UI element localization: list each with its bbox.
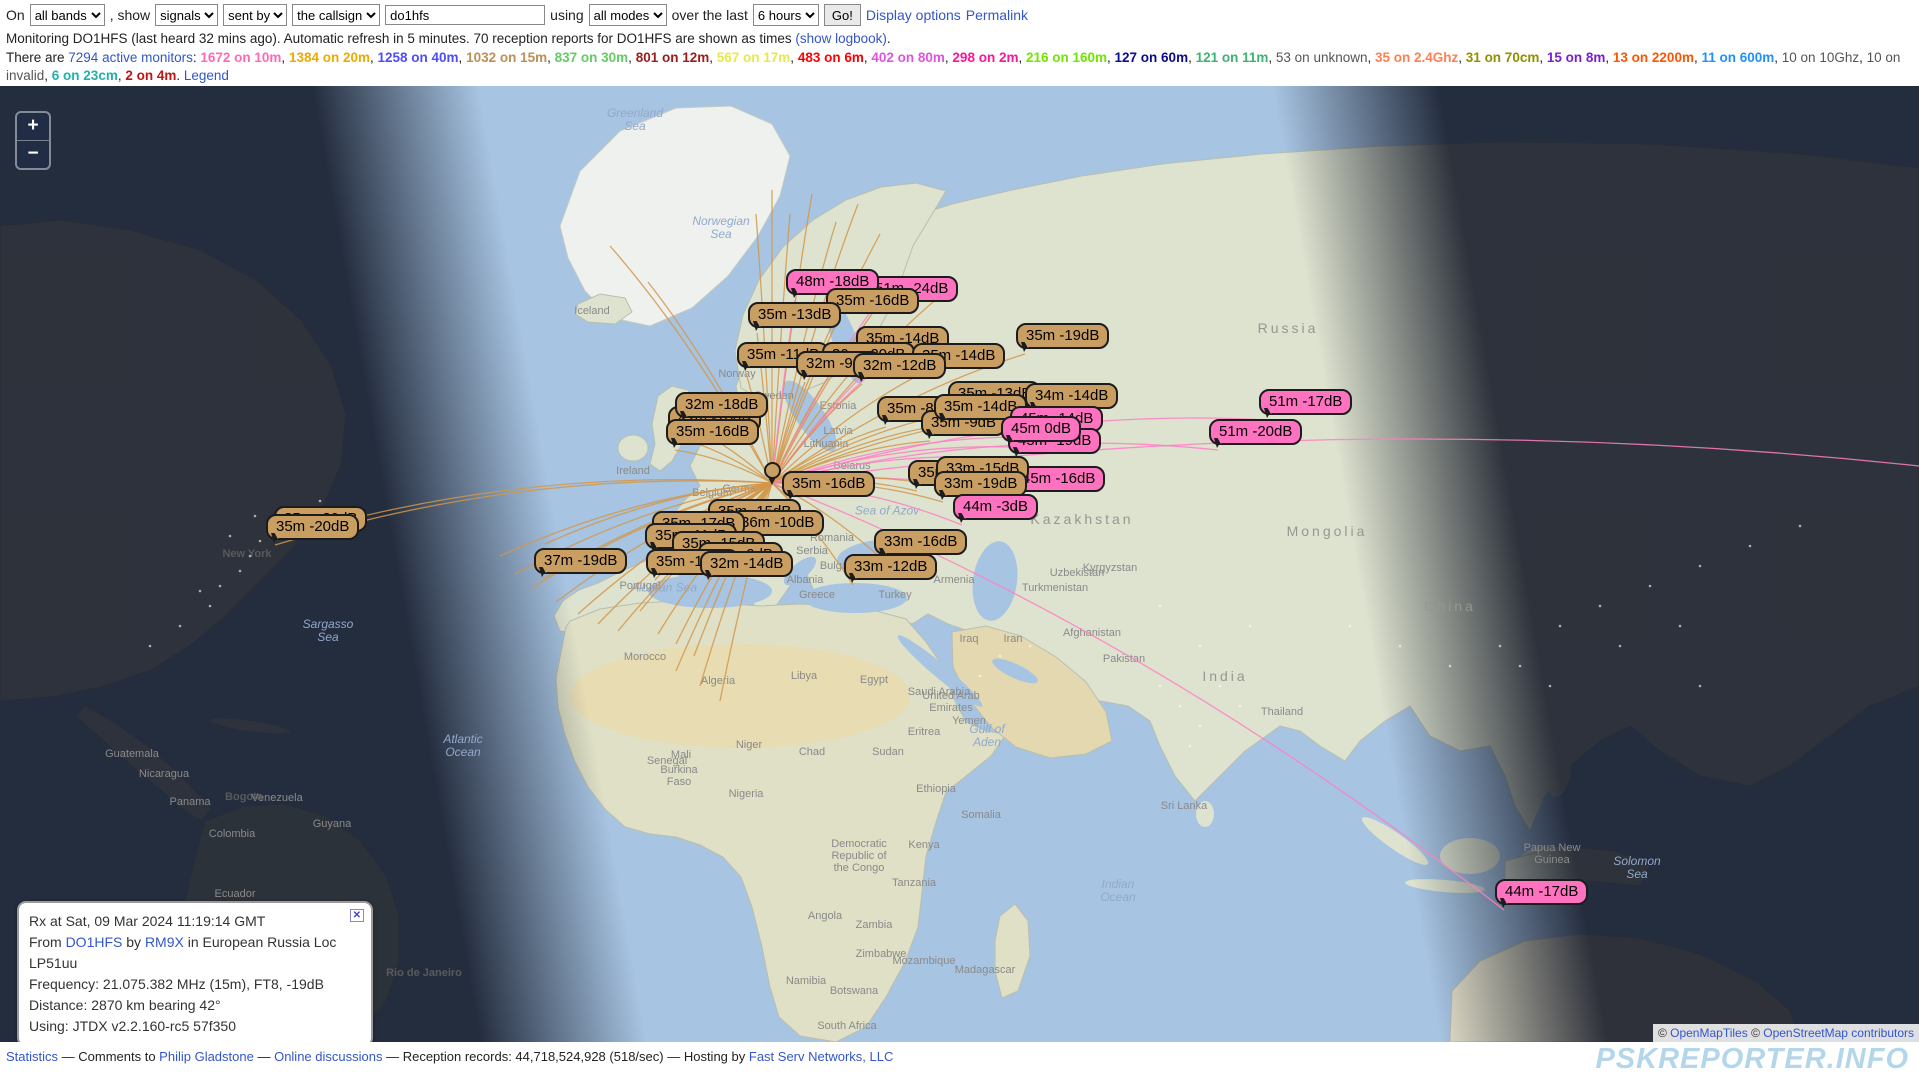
fastserv-link[interactable]: Fast Serv Networks, LLC: [749, 1049, 894, 1064]
map-canvas[interactable]: Greenland SeaNorwegian SeaIcelandNorwayS…: [0, 86, 1919, 1042]
band-stat: 13 on 2200m: [1613, 50, 1694, 65]
band-stat: 10 on 10Ghz: [1782, 50, 1859, 65]
modes-select[interactable]: all modes: [589, 4, 667, 26]
band-stat: 567 on 17m: [717, 50, 791, 65]
band-stat: 121 on 11m: [1196, 50, 1269, 65]
statistics-link[interactable]: Statistics: [6, 1049, 58, 1064]
reception-records-text: Reception records: 44,718,524,928 (518/s…: [403, 1049, 664, 1064]
band-stat: 1672 on 10m: [200, 50, 281, 65]
rx-callsign-link[interactable]: RM9X: [145, 934, 184, 950]
band-stat: 1384 on 20m: [289, 50, 370, 65]
reception-report-balloon[interactable]: 35m -16dB: [782, 471, 875, 497]
query-toolbar: On all bands , show signals sent by the …: [6, 4, 1919, 26]
monitors-prefix: There are: [6, 50, 68, 65]
popup-rx-time: Rx at Sat, 09 Mar 2024 11:19:14 GMT: [29, 911, 361, 932]
show-select[interactable]: signals: [155, 4, 218, 26]
reception-report-balloon[interactable]: 32m -14dB: [700, 551, 793, 577]
band-stat: 11 on 600m: [1701, 50, 1774, 65]
reception-report-balloon[interactable]: 32m -12dB: [853, 353, 946, 379]
band-stat: 402 on 80m: [871, 50, 945, 65]
reception-report-balloon[interactable]: 45m 0dB: [1001, 416, 1081, 442]
band-stat: 483 on 6m: [798, 50, 864, 65]
show-logbook-link[interactable]: (show logbook): [795, 31, 887, 46]
band-stat: 6 on 23cm: [52, 68, 118, 83]
permalink-link[interactable]: Permalink: [966, 7, 1028, 23]
tx-callsign-link[interactable]: DO1HFS: [66, 934, 123, 950]
band-stat: 31 on 70cm: [1466, 50, 1540, 65]
band-stat: 1258 on 40m: [378, 50, 459, 65]
using-label: using: [550, 7, 583, 23]
reception-report-balloon[interactable]: 37m -19dB: [534, 548, 627, 574]
overlast-label: over the last: [672, 7, 748, 23]
period-select[interactable]: 6 hours: [753, 4, 819, 26]
band-stat: 127 on 60m: [1115, 50, 1189, 65]
callsign-input[interactable]: [385, 5, 545, 25]
status-line: Monitoring DO1HFS (last heard 32 mins ag…: [6, 30, 1919, 48]
popup-frequency: Frequency: 21.075.382 MHz (15m), FT8, -1…: [29, 974, 361, 995]
reception-report-balloon[interactable]: 35m -13dB: [748, 302, 841, 328]
reception-report-balloon[interactable]: 35m -20dB: [266, 514, 359, 540]
reception-detail-popup: ✕ Rx at Sat, 09 Mar 2024 11:19:14 GMT Fr…: [17, 901, 373, 1042]
show-label: , show: [110, 7, 150, 23]
band-stat: 2 on 4m: [125, 68, 176, 83]
pskreporter-watermark: PSKREPORTER.INFO: [1595, 1043, 1909, 1076]
footer: Statistics — Comments to Philip Gladston…: [0, 1042, 1919, 1075]
popup-from-line: From DO1HFS by RM9X in European Russia L…: [29, 932, 361, 974]
footer-links: Statistics — Comments to Philip Gladston…: [6, 1049, 893, 1064]
reception-report-balloon[interactable]: 33m -16dB: [874, 529, 967, 555]
header: On all bands , show signals sent by the …: [0, 0, 1919, 86]
zoom-in-button[interactable]: +: [17, 113, 49, 140]
band-stat: 837 on 30m: [555, 50, 629, 65]
band-stat: 15 on 8m: [1547, 50, 1606, 65]
popup-distance: Distance: 2870 km bearing 42°: [29, 995, 361, 1016]
status-text: Monitoring DO1HFS (last heard 32 mins ag…: [6, 31, 795, 46]
close-icon[interactable]: ✕: [350, 909, 364, 922]
popup-software: Using: JTDX v2.2.160-rc5 57f350: [29, 1016, 361, 1037]
reception-report-balloon[interactable]: 33m -12dB: [844, 554, 937, 580]
band-stat: 298 on 2m: [952, 50, 1018, 65]
reception-report-balloon[interactable]: 51m -20dB: [1209, 419, 1302, 445]
reception-report-balloon[interactable]: 32m -18dB: [675, 392, 768, 418]
on-label: On: [6, 7, 25, 23]
active-monitors-link[interactable]: 7294 active monitors: [68, 50, 193, 65]
callsign-mode-select[interactable]: the callsign: [292, 4, 380, 26]
reception-report-balloon[interactable]: 44m -17dB: [1495, 879, 1588, 905]
legend-link[interactable]: Legend: [184, 68, 229, 83]
display-options-link[interactable]: Display options: [866, 7, 961, 23]
band-stat: 801 on 12m: [636, 50, 710, 65]
monitors-bands: 1672 on 10m, 1384 on 20m, 1258 on 40m, 1…: [6, 50, 1900, 83]
reception-report-balloon[interactable]: 35m -19dB: [1016, 323, 1109, 349]
balloons-layer: 51m -24dB48m -18dB35m -16dB35m -13dB35m …: [0, 86, 1919, 1042]
reception-report-balloon[interactable]: 44m -3dB: [953, 494, 1038, 520]
philip-gladstone-link[interactable]: Philip Gladstone: [159, 1049, 254, 1064]
band-stat: 216 on 160m: [1026, 50, 1107, 65]
map-zoom-control: + −: [15, 111, 51, 170]
openstreetmap-link[interactable]: OpenStreetMap contributors: [1763, 1026, 1914, 1040]
reception-report-balloon[interactable]: 51m -17dB: [1259, 389, 1352, 415]
sentby-select[interactable]: sent by: [223, 4, 287, 26]
band-stat: 1032 on 15m: [466, 50, 547, 65]
band-stat: 53 on unknown: [1276, 50, 1368, 65]
reception-report-balloon[interactable]: 35m -16dB: [666, 419, 759, 445]
bands-select[interactable]: all bands: [30, 4, 105, 26]
go-button[interactable]: Go!: [824, 4, 861, 26]
map-attribution: © OpenMapTiles © OpenStreetMap contribut…: [1653, 1024, 1919, 1042]
band-stat: 35 on 2.4Ghz: [1375, 50, 1458, 65]
openmaptiles-link[interactable]: OpenMapTiles: [1670, 1026, 1748, 1040]
zoom-out-button[interactable]: −: [17, 140, 49, 168]
monitors-line: There are 7294 active monitors: 1672 on …: [6, 49, 1916, 85]
online-discussions-link[interactable]: Online discussions: [274, 1049, 382, 1064]
transmitter-marker[interactable]: [764, 462, 781, 479]
